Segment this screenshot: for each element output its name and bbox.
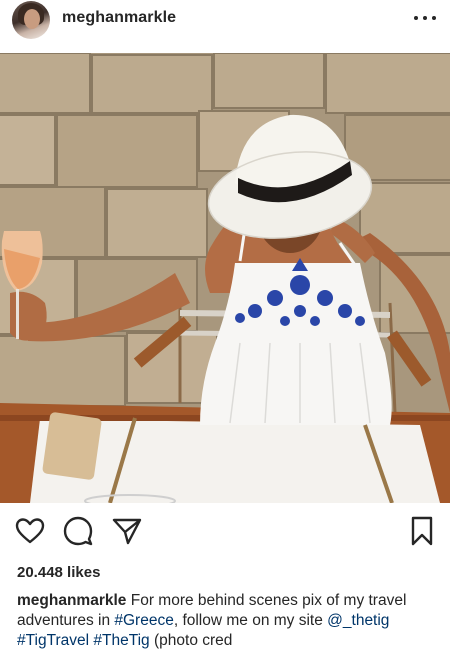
avatar[interactable] [12,1,50,39]
hashtag-greece[interactable]: #Greece [114,612,173,629]
hashtag-tigtravel[interactable]: #TigTravel [17,632,89,649]
more-options-icon[interactable] [414,9,436,27]
caption-text: (photo cred [149,632,233,649]
heart-icon[interactable] [14,515,46,547]
caption-text: , follow me on my site [173,612,328,629]
mention-thetig[interactable]: @_thetig [327,612,389,629]
hashtag-thetig[interactable]: #TheTig [93,632,149,649]
post-photo[interactable] [0,53,450,503]
bookmark-icon[interactable] [406,515,438,547]
post-header: meghanmarkle [0,0,450,50]
likes-count[interactable]: 20.448 likes [17,564,100,581]
share-icon[interactable] [111,515,143,547]
caption-username[interactable]: meghanmarkle [17,592,126,609]
post-caption: meghanmarkle For more behind scenes pix … [17,591,437,650]
post-username[interactable]: meghanmarkle [62,9,176,27]
comment-icon[interactable] [62,515,94,547]
post-actions [0,515,450,551]
